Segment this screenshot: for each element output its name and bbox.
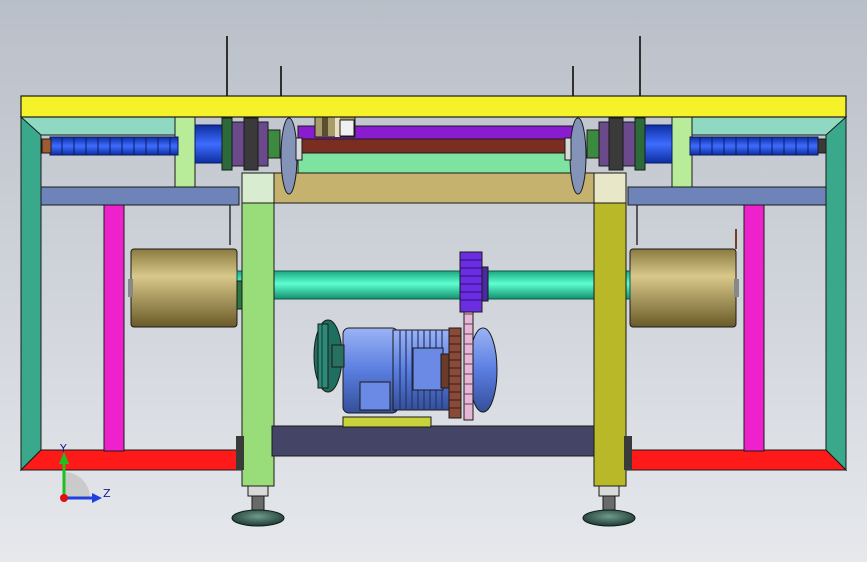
base-rail-left bbox=[19, 449, 246, 471]
electric-motor bbox=[342, 327, 498, 414]
axis-z-label: Z bbox=[103, 487, 111, 500]
axis-y-label: Y bbox=[59, 442, 67, 455]
top-center-bracket bbox=[314, 116, 356, 138]
magenta-post-left bbox=[103, 204, 125, 452]
column-right bbox=[593, 172, 627, 487]
cross-beam-right bbox=[627, 186, 827, 206]
cross-beam-left bbox=[40, 186, 240, 206]
frame-left-side bbox=[20, 116, 42, 472]
upper-brown-shaft bbox=[297, 138, 574, 154]
frame-right-inner-post bbox=[671, 116, 693, 188]
frame-right-top-bevel bbox=[670, 116, 848, 136]
column-left-cap bbox=[241, 172, 275, 204]
column-right-cap bbox=[593, 172, 627, 204]
center-tan-plate bbox=[271, 172, 595, 204]
motor-mount bbox=[342, 416, 432, 428]
frame-right-side bbox=[825, 116, 847, 472]
base-clamp-right bbox=[624, 436, 632, 470]
frame-left-top-bevel bbox=[19, 116, 197, 136]
base-rail-right bbox=[621, 449, 848, 471]
top-yellow-beam bbox=[20, 95, 847, 118]
cad-model-scene[interactable]: Y Z bbox=[0, 0, 867, 562]
motor-base-plate bbox=[271, 425, 595, 457]
base-clamp-left bbox=[236, 436, 244, 470]
column-left bbox=[241, 172, 275, 487]
slider-green-block bbox=[297, 152, 574, 174]
graphics-viewport[interactable]: Y Z bbox=[0, 0, 867, 562]
drive-shaft bbox=[236, 270, 631, 300]
magenta-post-right bbox=[743, 204, 765, 452]
roller-left bbox=[128, 248, 238, 328]
